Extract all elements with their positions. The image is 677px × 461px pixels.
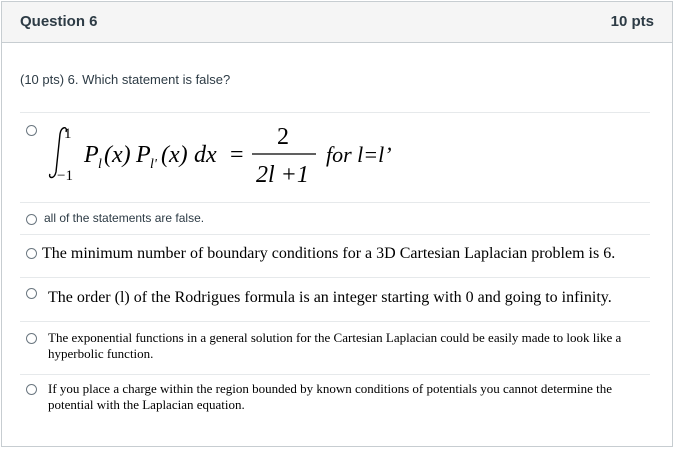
answer-divider	[20, 202, 650, 203]
legendre-p1-subscript: l	[98, 157, 102, 172]
answer-radio-6[interactable]	[26, 384, 37, 395]
answer-5-text[interactable]: The exponential functions in a general s…	[48, 330, 658, 362]
legendre-p2-subscript: l'	[150, 157, 158, 172]
equation-condition: for l=l’	[326, 142, 392, 167]
question-points: 10 pts	[610, 13, 654, 30]
integral-upper-limit: 1	[64, 126, 72, 142]
answer-2-text[interactable]: all of the statements are false.	[44, 211, 204, 225]
integral-lower-limit: −1	[57, 168, 73, 184]
answer-radio-5[interactable]	[26, 333, 37, 344]
answer-divider	[20, 374, 650, 375]
legendre-p1: P	[83, 142, 99, 168]
answer-divider	[20, 277, 650, 278]
question-title: Question 6	[20, 13, 98, 30]
answer-radio-4[interactable]	[26, 288, 37, 299]
answer-radio-1[interactable]	[26, 125, 37, 136]
answer-4-text[interactable]: The order (l) of the Rodrigues formula i…	[48, 289, 612, 307]
answer-radio-3[interactable]	[26, 248, 37, 259]
legendre-p2: P	[135, 142, 151, 168]
answer-divider	[20, 112, 650, 113]
question-header: Question 6 10 pts	[2, 2, 672, 43]
answer-1-equation[interactable]: 1 −1 P l (x) P l' (x) dx = 2 2l +1 for l…	[44, 120, 464, 200]
equals-sign: =	[230, 142, 244, 168]
legendre-p1-arg: (x)	[104, 142, 131, 168]
answer-radio-2[interactable]	[26, 214, 37, 225]
integral-equation: 1 −1 P l (x) P l' (x) dx = 2 2l +1 for l…	[48, 124, 392, 188]
answer-divider	[20, 234, 650, 235]
question-prompt: (10 pts) 6. Which statement is false?	[20, 72, 231, 87]
quiz-question-panel: Question 6 10 pts (10 pts) 6. Which stat…	[1, 1, 673, 447]
fraction-denominator: 2l +1	[256, 162, 309, 188]
answer-3-text[interactable]: The minimum number of boundary condition…	[42, 245, 615, 263]
legendre-p2-arg: (x)	[161, 142, 188, 168]
answer-divider	[20, 321, 650, 322]
fraction-numerator: 2	[277, 124, 289, 150]
differential-dx: dx	[194, 142, 217, 168]
answer-6-text[interactable]: If you place a charge within the region …	[48, 381, 658, 413]
